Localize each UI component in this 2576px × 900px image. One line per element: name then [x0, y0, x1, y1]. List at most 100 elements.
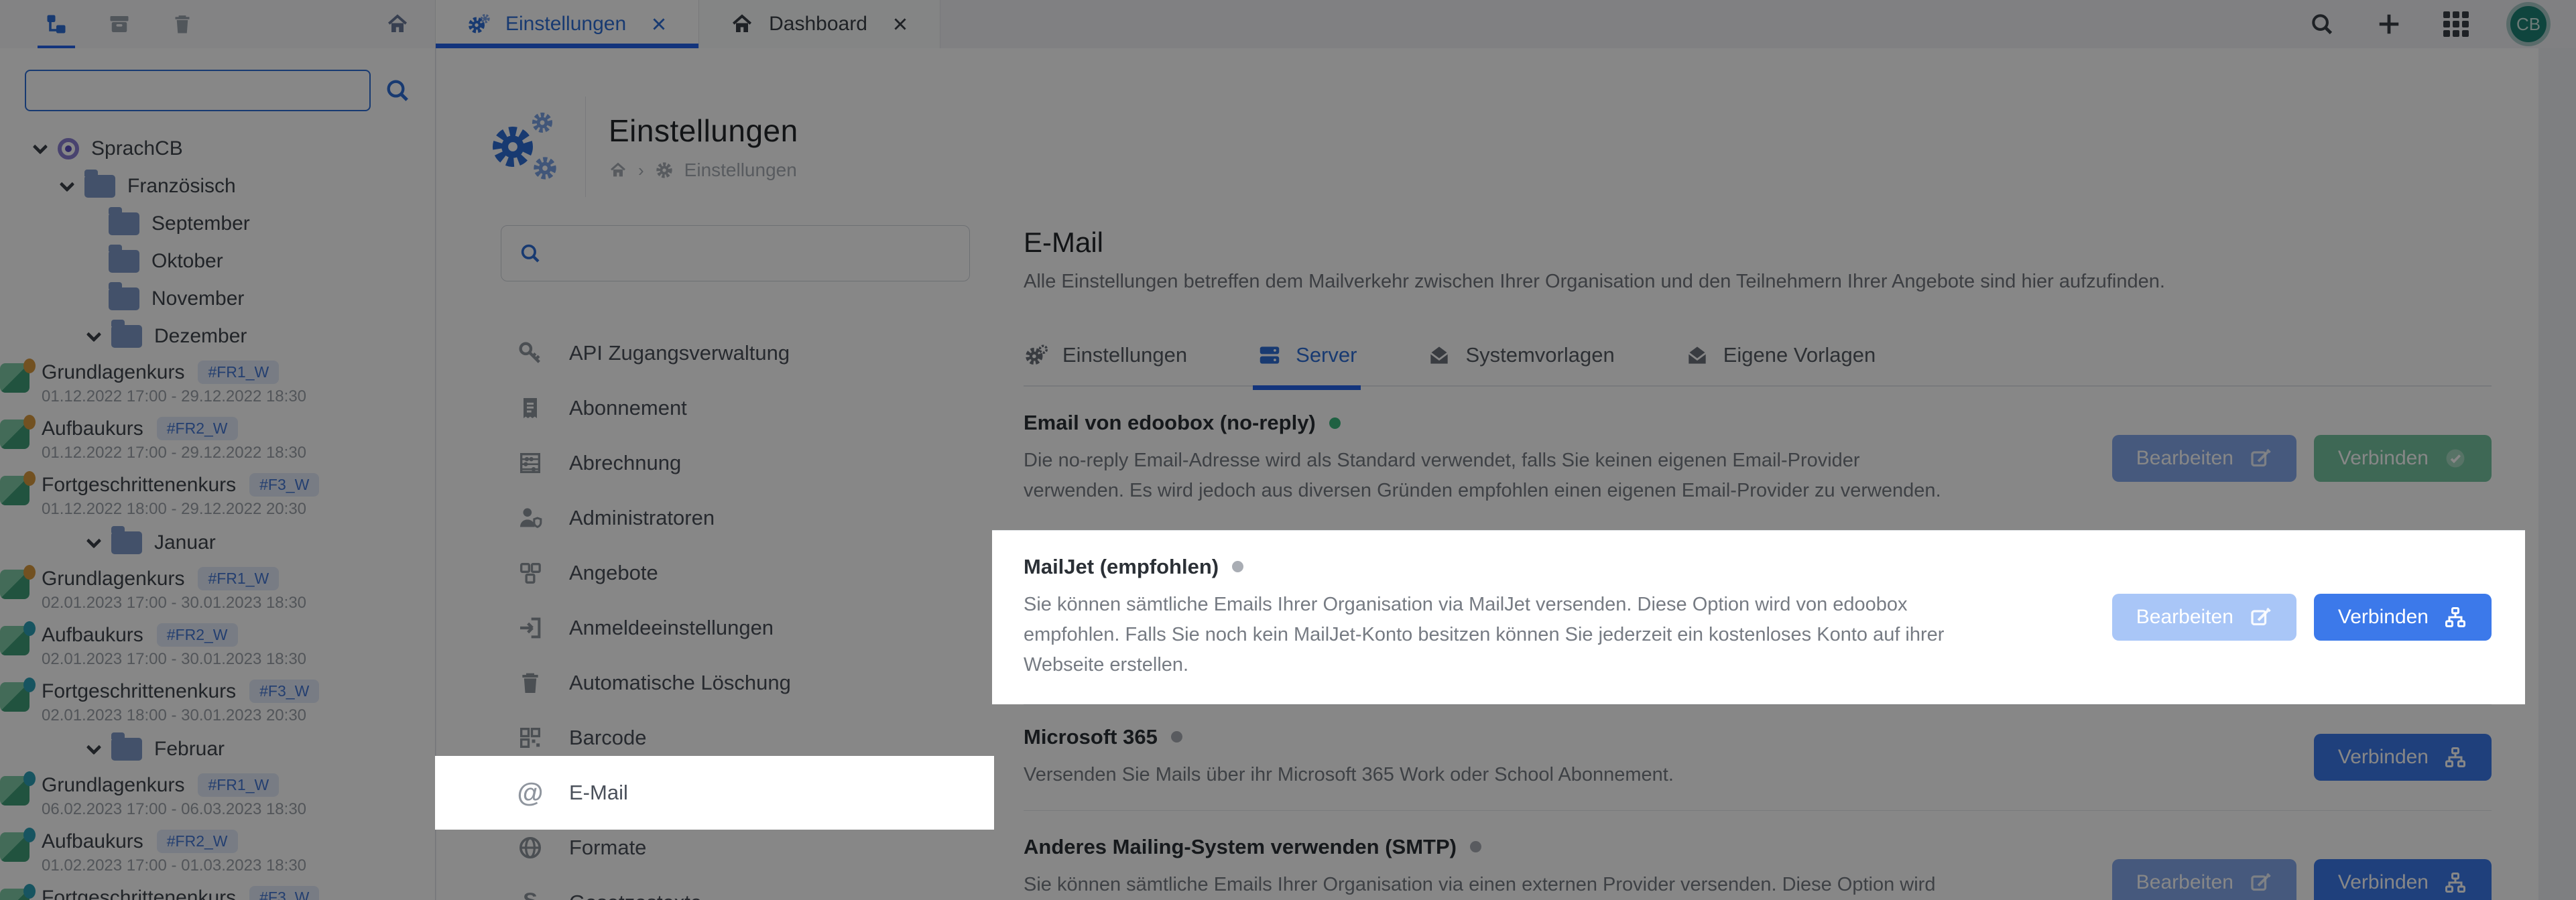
tab-dashboard[interactable]: Dashboard — [699, 0, 940, 48]
breadcrumb: › Einstellungen — [609, 159, 798, 181]
tree-item-course[interactable]: Grundlagenkurs#FR1_W02.01.2023 17:00 - 3… — [0, 562, 435, 618]
topbar-sidebar-tools — [0, 0, 436, 48]
provider-row-mailjet: MailJet (empfohlen) Sie können sämtliche… — [992, 530, 2525, 704]
folder-icon — [111, 325, 142, 348]
connect-button[interactable]: Verbinden — [2314, 594, 2492, 641]
course-dates: 01.12.2022 17:00 - 29.12.2022 18:30 — [42, 444, 306, 462]
tree-item-organization[interactable]: SprachCB — [0, 130, 435, 168]
tab-server[interactable]: Server — [1257, 342, 1357, 368]
tree-item-course[interactable]: Grundlagenkurs#FR1_W06.02.2023 17:00 - 0… — [0, 768, 435, 824]
menu-item-abrechnung[interactable]: Abrechnung — [501, 436, 970, 491]
edit-button[interactable]: Bearbeiten — [2112, 594, 2296, 641]
tree-search-input[interactable] — [25, 70, 371, 111]
chevron-down-icon[interactable] — [86, 327, 102, 342]
legal-section-icon: § — [517, 889, 544, 900]
tab-einstellungen[interactable]: Einstellungen — [436, 0, 699, 48]
apps-grid-icon[interactable] — [2443, 11, 2469, 37]
panel-title: E-Mail — [1024, 227, 2492, 259]
tree-item-folder[interactable]: September — [0, 205, 435, 243]
tab-systemvorlagen[interactable]: Systemvorlagen — [1426, 342, 1614, 368]
menu-item-anmeldeeinstellungen[interactable]: Anmeldeeinstellungen — [501, 600, 970, 655]
close-tab-icon[interactable] — [650, 15, 668, 33]
tree-item-folder[interactable]: Oktober — [0, 243, 435, 280]
tree-search-button[interactable] — [384, 77, 411, 104]
tree-item-course[interactable]: Grundlagenkurs#FR1_W01.12.2022 17:00 - 2… — [0, 355, 435, 411]
menu-item-administratoren[interactable]: Administratoren — [501, 491, 970, 545]
home-icon[interactable] — [385, 12, 410, 36]
tree-label: Oktober — [151, 250, 223, 273]
tree-item-folder[interactable]: November — [0, 280, 435, 318]
close-tab-icon[interactable] — [892, 15, 909, 33]
settings-search-box[interactable] — [501, 225, 970, 281]
tree-label: Februar — [154, 738, 225, 761]
course-label: Fortgeschrittenenkurs — [42, 680, 236, 703]
panel-description: Alle Einstellungen betreffen dem Mailver… — [1024, 271, 2492, 293]
archive-icon[interactable] — [107, 12, 131, 36]
menu-item-automatische-loeschung[interactable]: Automatische Löschung — [501, 655, 970, 710]
menu-item-label: Anmeldeeinstellungen — [569, 616, 774, 640]
tab-einstellungen[interactable]: Einstellungen — [1024, 342, 1187, 368]
connect-button[interactable]: Verbinden — [2314, 734, 2492, 781]
sign-in-icon — [517, 615, 544, 641]
tree-label: November — [151, 287, 244, 310]
course-dates: 02.01.2023 17:00 - 30.01.2023 18:30 — [42, 594, 306, 613]
provider-row-microsoft365: Microsoft 365 Versenden Sie Mails über i… — [1024, 704, 2492, 810]
settings-search-input[interactable] — [554, 243, 952, 264]
menu-item-gesetzestexte[interactable]: § Gesetzestexte — [501, 875, 970, 900]
provider-title: Email von edoobox (no-reply) — [1024, 411, 1316, 435]
course-label: Grundlagenkurs — [42, 361, 184, 384]
trash-icon[interactable] — [170, 12, 194, 36]
tree-item-folder[interactable]: Februar — [0, 730, 435, 768]
menu-item-abonnement[interactable]: Abonnement — [501, 381, 970, 436]
breadcrumb-separator: › — [638, 160, 644, 181]
page-title: Einstellungen — [609, 113, 798, 149]
course-badge: #F3_W — [249, 886, 319, 900]
tab-eigene-vorlagen[interactable]: Eigene Vorlagen — [1684, 342, 1876, 368]
status-dot-active — [1329, 417, 1341, 429]
menu-item-label: Barcode — [569, 726, 646, 750]
tree-item-folder[interactable]: Januar — [0, 524, 435, 562]
avatar[interactable]: CB — [2510, 6, 2547, 42]
gears-icon — [467, 12, 491, 36]
connect-button[interactable]: Verbinden — [2314, 435, 2492, 482]
course-badge: #FR1_W — [198, 567, 279, 590]
tree-item-course[interactable]: Fortgeschrittenenkurs#F3_W02.01.2023 18:… — [0, 674, 435, 730]
course-badge: #FR1_W — [198, 361, 279, 384]
tree-item-folder[interactable]: Französisch — [0, 168, 435, 205]
connect-button[interactable]: Verbinden — [2314, 859, 2492, 900]
course-badge: #F3_W — [249, 473, 319, 497]
search-icon[interactable] — [2309, 11, 2335, 37]
menu-item-api[interactable]: API Zugangsverwaltung — [501, 326, 970, 381]
folder-icon — [109, 287, 139, 310]
chevron-down-icon[interactable] — [60, 177, 75, 192]
tree-item-course[interactable]: Fortgeschrittenenkurs#F3_W01.12.2022 18:… — [0, 468, 435, 524]
button-label: Verbinden — [2338, 746, 2429, 769]
provider-title: Microsoft 365 — [1024, 725, 1158, 749]
tree-item-folder[interactable]: Dezember — [0, 318, 435, 355]
settings-menu: API Zugangsverwaltung Abonnement Abrechn… — [501, 225, 970, 900]
menu-item-email[interactable]: @ E-Mail — [435, 756, 994, 830]
course-dates: 01.02.2023 17:00 - 01.03.2023 18:30 — [42, 856, 306, 875]
menu-item-label: Abrechnung — [569, 451, 681, 475]
edit-button[interactable]: Bearbeiten — [2112, 435, 2296, 482]
menu-item-label: E-Mail — [569, 781, 628, 805]
chevron-down-icon[interactable] — [86, 740, 102, 755]
add-icon[interactable] — [2376, 11, 2402, 37]
tree-item-course[interactable]: Aufbaukurs#FR2_W01.02.2023 17:00 - 01.03… — [0, 824, 435, 881]
tab-label: Server — [1296, 343, 1357, 367]
menu-item-angebote[interactable]: Angebote — [501, 545, 970, 600]
tree-view-icon[interactable] — [44, 12, 68, 36]
home-icon[interactable] — [609, 161, 627, 180]
edit-button[interactable]: Bearbeiten — [2112, 859, 2296, 900]
tree-item-course[interactable]: Fortgeschrittenenkurs#F3_W07.02.2023 18:… — [0, 881, 435, 900]
admin-shield-icon — [517, 505, 544, 531]
tree-item-course[interactable]: Aufbaukurs#FR2_W01.12.2022 17:00 - 29.12… — [0, 411, 435, 468]
tree-label: Französisch — [127, 175, 236, 198]
button-label: Verbinden — [2338, 447, 2429, 470]
chevron-down-icon[interactable] — [86, 533, 102, 549]
sidebar: SprachCB Französisch September Oktober N… — [0, 48, 436, 900]
tree-item-course[interactable]: Aufbaukurs#FR2_W02.01.2023 17:00 - 30.01… — [0, 618, 435, 674]
chevron-down-icon[interactable] — [33, 139, 48, 155]
menu-item-label: Angebote — [569, 561, 658, 585]
course-badge: #FR1_W — [198, 773, 279, 797]
